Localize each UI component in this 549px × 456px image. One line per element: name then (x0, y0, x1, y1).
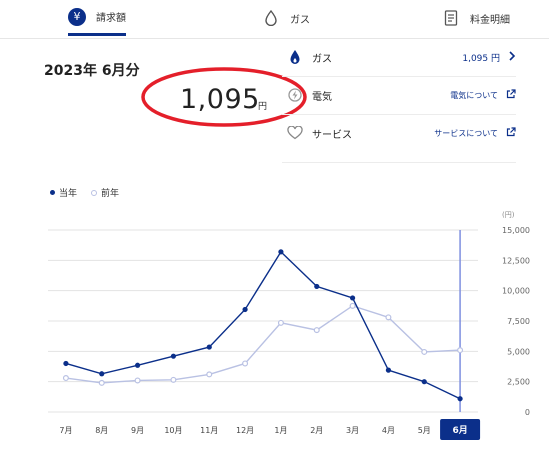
y-tick-label: 0 (525, 408, 530, 417)
x-tick-label[interactable]: 1月 (274, 426, 287, 435)
breakdown-right: 1,095 円 (462, 50, 516, 64)
receipt-icon (442, 9, 460, 27)
usage-chart: (円) 0 2,500 5,000 7,500 10,000 12,500 15,000 7月 8… (48, 211, 530, 440)
breakdown-value: 1,095 円 (462, 53, 500, 64)
x-tick-label[interactable]: 4月 (382, 426, 395, 435)
data-point-current (349, 295, 356, 301)
breakdown-label: 電気 (312, 91, 332, 103)
breakdown-right: サービスについて (434, 127, 516, 139)
x-tick-label[interactable]: 10月 (164, 426, 182, 435)
external-link-icon[interactable] (506, 127, 516, 139)
heart-icon (282, 126, 308, 140)
data-point-current (457, 396, 463, 402)
data-point-previous (313, 327, 320, 334)
data-point-previous (170, 376, 177, 383)
breakdown-link[interactable]: 電気について (450, 90, 498, 101)
tab-billing-amount[interactable]: ¥ 請求額 (68, 0, 126, 36)
breakdown-label: ガス (312, 53, 332, 65)
amount-value: 1,095 (180, 84, 260, 115)
data-point-current (242, 306, 248, 313)
x-tick-label[interactable]: 2月 (310, 426, 323, 435)
data-point-current (278, 249, 284, 255)
data-point-current (385, 367, 392, 373)
data-point-previous (62, 375, 69, 382)
data-point-current (421, 379, 427, 385)
data-point-previous (349, 302, 356, 309)
tab-label: 料金明細 (470, 14, 510, 26)
tab-gas[interactable]: ガス (262, 0, 310, 36)
y-axis-unit: (円) (502, 211, 515, 219)
tab-label: 請求額 (96, 13, 126, 24)
data-point-current (170, 353, 177, 359)
y-tick-label: 15,000 (502, 226, 530, 235)
series-line-previous (65, 305, 461, 384)
yen-icon: ¥ (68, 7, 86, 26)
legend-current-label: 当年 (59, 189, 78, 199)
breakdown-right: 電気について (450, 89, 516, 101)
data-point-current (99, 371, 105, 377)
data-point-previous (277, 319, 284, 326)
tab-billing-details[interactable]: 料金明細 (442, 0, 510, 36)
legend-current: 当年 (50, 186, 77, 199)
data-point-previous (421, 348, 428, 355)
tab-label: ガス (290, 14, 310, 26)
amount-unit: 円 (258, 102, 268, 112)
data-point-current (134, 362, 141, 368)
data-point-current (314, 283, 320, 290)
gas-drop-icon (282, 49, 308, 65)
x-tick-label[interactable]: 3月 (346, 426, 359, 435)
data-point-previous (242, 360, 249, 367)
chart-legend: 当年 前年 (50, 186, 119, 199)
top-tab-bar: ¥ 請求額 ガス 料金明細 (0, 0, 549, 39)
y-tick-label: 10,000 (502, 287, 530, 296)
data-point-current (206, 344, 212, 350)
series-line-current (65, 250, 461, 400)
x-tick-label[interactable]: 8月 (95, 426, 108, 435)
legend-previous-label: 前年 (101, 189, 120, 199)
x-tick-label[interactable]: 11月 (200, 426, 218, 435)
data-point-previous (98, 379, 105, 386)
breakdown-row-gas[interactable]: ガス 1,095 円 (282, 38, 516, 76)
breakdown-row-service[interactable]: サービス サービスについて (282, 114, 516, 152)
data-point-current (63, 360, 69, 367)
y-tick-label: 5,000 (507, 347, 530, 356)
data-point-previous (134, 377, 141, 384)
data-point-previous (457, 347, 464, 354)
breakdown-row-electricity[interactable]: 電気 電気について (282, 76, 516, 114)
electricity-icon (282, 88, 308, 102)
billing-month: 2023年 6月分 (44, 63, 140, 79)
legend-current-marker (50, 190, 55, 195)
y-tick-label: 2,500 (507, 378, 530, 387)
breakdown-label: サービス (312, 129, 352, 141)
external-link-icon[interactable] (506, 89, 516, 101)
water-drop-icon (262, 9, 280, 27)
breakdown-link[interactable]: サービスについて (434, 128, 498, 139)
x-tick-label[interactable]: 7月 (59, 426, 72, 435)
data-point-previous (206, 371, 213, 378)
y-tick-label: 7,500 (507, 317, 530, 326)
divider (282, 162, 516, 163)
x-tick-label[interactable]: 12月 (236, 426, 254, 435)
legend-previous-marker (91, 189, 98, 196)
chevron-right-icon[interactable] (508, 50, 516, 64)
y-tick-label: 12,500 (502, 256, 530, 265)
x-tick-label[interactable]: 6月 (452, 425, 467, 436)
x-tick-label[interactable]: 5月 (418, 426, 431, 435)
legend-previous: 前年 (91, 186, 119, 199)
data-point-previous (385, 314, 392, 321)
x-tick-label[interactable]: 9月 (131, 426, 144, 435)
